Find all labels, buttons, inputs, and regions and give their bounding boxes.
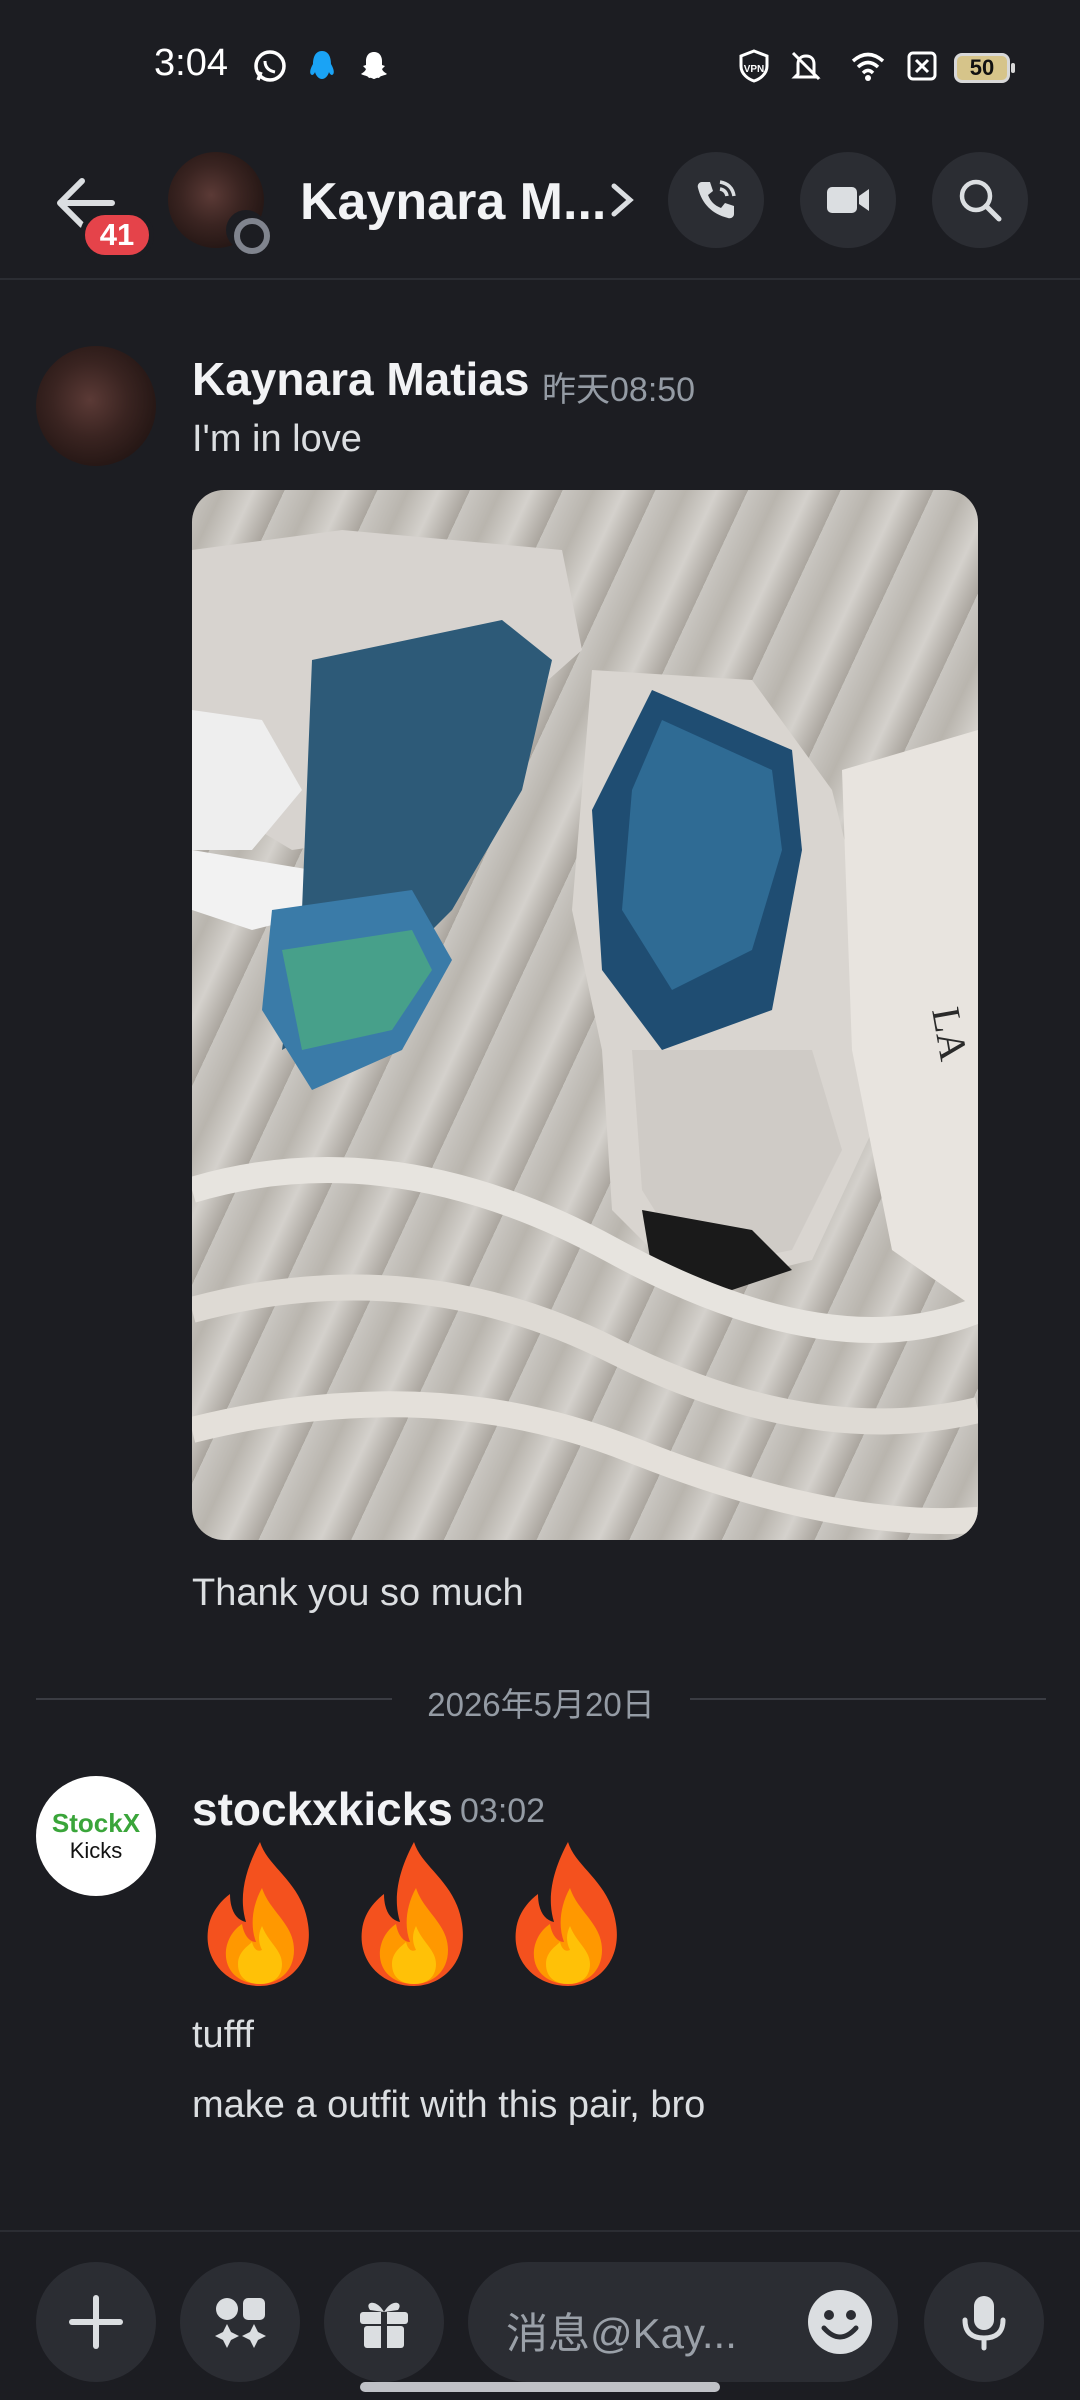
snapchat-icon xyxy=(361,52,387,79)
svg-text:LA: LA xyxy=(923,1004,977,1064)
chat-header: 41 Kaynara M... xyxy=(0,130,1080,280)
contact-name[interactable]: Kaynara M... xyxy=(300,172,606,232)
message-input[interactable]: 消息@Kay... xyxy=(468,2262,898,2382)
chevron-right-icon[interactable] xyxy=(604,178,640,222)
no-sim-icon xyxy=(907,51,937,81)
search-button[interactable] xyxy=(932,152,1028,248)
message-text: tufff xyxy=(192,2014,254,2056)
fire-emoji-icon xyxy=(515,1842,617,1986)
stockx-logo: StockX xyxy=(51,1808,141,1838)
fire-emoji-icon xyxy=(207,1842,309,1986)
stockx-logo-sub: Kicks xyxy=(69,1838,123,1863)
video-call-button[interactable] xyxy=(800,152,896,248)
message-text: Thank you so much xyxy=(192,1572,524,1614)
status-time: 3:04 xyxy=(154,42,228,84)
message-timestamp: 03:02 xyxy=(460,1792,546,1830)
wifi-icon xyxy=(851,52,885,81)
message-text: I'm in love xyxy=(192,418,362,460)
gift-icon xyxy=(360,2302,408,2348)
mute-icon xyxy=(791,51,821,81)
home-indicator[interactable] xyxy=(360,2382,720,2392)
divider-line xyxy=(690,1698,1046,1700)
search-icon xyxy=(959,179,1002,222)
add-attachment-button[interactable] xyxy=(36,2262,156,2382)
battery-icon: 50 xyxy=(954,53,1015,83)
sneakers-photo-image: LA xyxy=(192,530,978,1535)
qq-icon xyxy=(310,51,334,79)
divider-line xyxy=(36,1698,392,1700)
composer-bar: 消息@Kay... xyxy=(0,2230,1080,2400)
unread-badge: 41 xyxy=(80,210,154,260)
author-name[interactable]: Kaynara Matias xyxy=(192,352,530,406)
photo-attachment[interactable]: LA xyxy=(192,490,978,1540)
apps-button[interactable] xyxy=(180,2262,300,2382)
message-placeholder: 消息@Kay... xyxy=(506,2310,737,2357)
voice-call-icon xyxy=(697,180,736,219)
whatsapp-icon xyxy=(254,50,286,82)
video-call-icon xyxy=(827,187,869,213)
vpn-icon: VPN xyxy=(739,49,769,83)
apps-sparkle-icon xyxy=(215,2298,266,2348)
microphone-icon xyxy=(962,2296,1006,2351)
emoji-icon[interactable] xyxy=(806,2288,874,2356)
plus-icon xyxy=(69,2295,123,2349)
author-name[interactable]: stockxkicks xyxy=(192,1782,453,1836)
message-timestamp: 昨天08:50 xyxy=(542,371,696,409)
voice-message-button[interactable] xyxy=(924,2262,1044,2382)
gift-button[interactable] xyxy=(324,2262,444,2382)
fire-emoji-icon xyxy=(361,1842,463,1986)
author-avatar[interactable]: StockX Kicks xyxy=(36,1776,156,1896)
status-bar: 3:04 VPN 50 xyxy=(0,0,1080,130)
message-text: make a outfit with this pair, bro xyxy=(192,2084,706,2126)
offline-status-icon xyxy=(226,210,270,254)
svg-text:VPN: VPN xyxy=(744,64,765,75)
voice-call-button[interactable] xyxy=(668,152,764,248)
date-divider: 2026年5月20日 xyxy=(427,1686,655,1723)
author-avatar[interactable] xyxy=(36,346,156,466)
